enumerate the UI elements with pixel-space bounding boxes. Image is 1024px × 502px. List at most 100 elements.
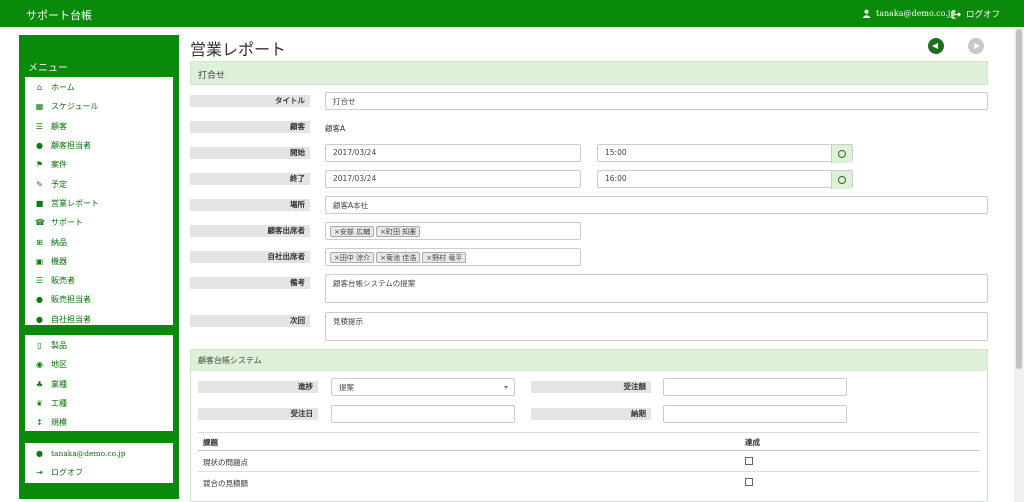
order-date-input[interactable] bbox=[331, 405, 515, 423]
order-amount-input[interactable] bbox=[663, 378, 847, 396]
order-amount-label: 受注額 bbox=[531, 381, 651, 393]
customer-attendees-input[interactable]: ×安部 広輔 ×町田 知憲 bbox=[325, 222, 581, 240]
user-icon: ● bbox=[36, 295, 43, 305]
customer-label: 顧客 bbox=[190, 121, 310, 133]
top-logout-label: ログオフ bbox=[966, 10, 1001, 20]
issue-column-header: 課題 bbox=[203, 438, 218, 447]
back-arrow-icon[interactable] bbox=[928, 38, 944, 54]
scrollbar-thumb[interactable] bbox=[1016, 29, 1022, 369]
sidebar-item-project[interactable]: ⚑ 案件 bbox=[25, 155, 173, 174]
brand-title[interactable]: サポート台帳 bbox=[26, 7, 92, 23]
top-user-email: tanaka@demo.co.jp bbox=[876, 9, 956, 18]
progress-selected-value: 提案 bbox=[339, 383, 354, 392]
sidebar-item-scale[interactable]: ↕ 規模 bbox=[25, 413, 173, 432]
end-time-input[interactable]: 16:00 bbox=[597, 170, 853, 189]
remarks-label: 備考 bbox=[190, 277, 310, 289]
own-attendees-input[interactable]: ×田中 涼介 ×菊池 佳浩 ×野村 竜平 bbox=[325, 248, 581, 266]
mobile-icon: ▯ bbox=[37, 341, 42, 351]
sidebar-item-label: 営業レポート bbox=[51, 198, 99, 208]
section-header: 打合せ bbox=[190, 61, 988, 85]
grid-icon: ⊞ bbox=[36, 237, 43, 247]
tag-label: 野村 竜平 bbox=[432, 253, 463, 262]
list-icon: ☰ bbox=[35, 276, 44, 286]
place-input[interactable]: 顧客A本社 bbox=[325, 196, 988, 214]
sidebar-item-label: 案件 bbox=[51, 160, 67, 170]
end-label: 終了 bbox=[190, 173, 310, 185]
sidebar-item-product[interactable]: ▯ 製品 bbox=[25, 336, 173, 355]
top-user-link[interactable]: tanaka@demo.co.jp bbox=[862, 9, 955, 18]
project-panel: 顧客台帳システム bbox=[190, 349, 988, 502]
progress-select[interactable]: 提案 bbox=[331, 378, 515, 396]
leaf-icon: ❦ bbox=[36, 399, 43, 409]
end-time-value: 16:00 bbox=[605, 174, 627, 183]
sidebar-item-label: スケジュール bbox=[51, 102, 99, 112]
end-date-input[interactable]: 2017/03/24 bbox=[325, 170, 581, 188]
sidebar-item-own-staff[interactable]: ● 自社担当者 bbox=[25, 310, 173, 329]
next-textarea[interactable]: 見積提示 bbox=[325, 312, 988, 341]
attendee-tag[interactable]: ×田中 涼介 bbox=[330, 251, 375, 263]
sidebar-item-label: 予定 bbox=[51, 179, 67, 189]
own-attendees-label: 自社出席者 bbox=[190, 251, 310, 263]
attendee-tag[interactable]: ×野村 竜平 bbox=[422, 251, 467, 263]
top-logout-link[interactable]: ログオフ bbox=[952, 8, 1000, 20]
menu-group-main: ⌂ ホーム ▦ スケジュール ☰ 顧客 ● 顧客担当者 ⚑ 案件 ✎ 予定 ■ 営業レポート … bbox=[25, 77, 173, 325]
sidebar-item-customer[interactable]: ☰ 顧客 bbox=[25, 117, 173, 136]
sidebar-item-label: 販売担当者 bbox=[51, 295, 91, 305]
start-time-value: 15:00 bbox=[605, 148, 627, 157]
attendee-tag[interactable]: ×安部 広輔 bbox=[330, 225, 375, 237]
start-label: 開始 bbox=[190, 147, 310, 159]
done-column-header: 達成 bbox=[745, 438, 760, 447]
sidebar-item-seller[interactable]: ☰ 販売者 bbox=[25, 271, 173, 290]
table-row-issue: 競合の見積額 bbox=[203, 479, 248, 488]
attendee-tag[interactable]: ×菊池 佳浩 bbox=[376, 251, 421, 263]
title-label: タイトル bbox=[190, 95, 310, 107]
place-label: 場所 bbox=[190, 199, 310, 211]
printer-icon: ▣ bbox=[35, 256, 44, 266]
sidebar-item-area[interactable]: ◉ 地区 bbox=[25, 355, 173, 374]
user-icon: ● bbox=[36, 141, 43, 151]
customer-attendees-label: 顧客出席者 bbox=[190, 225, 310, 237]
start-date-input[interactable]: 2017/03/24 bbox=[325, 144, 581, 162]
page-scrollbar[interactable] bbox=[1014, 27, 1024, 502]
clock-icon[interactable] bbox=[831, 145, 852, 163]
sidebar-item-plan[interactable]: ✎ 予定 bbox=[25, 174, 173, 193]
menu-group-master: ▯ 製品 ◉ 地区 ♣ 業種 ❦ 工種 ↕ 規模 bbox=[25, 335, 173, 431]
delivery-input[interactable] bbox=[663, 405, 847, 423]
attendee-tag[interactable]: ×町田 知憲 bbox=[376, 225, 421, 237]
sidebar-item-schedule[interactable]: ▦ スケジュール bbox=[25, 97, 173, 116]
done-checkbox[interactable] bbox=[745, 478, 753, 486]
progress-label: 進捗 bbox=[198, 381, 318, 393]
list-icon: ☰ bbox=[35, 121, 44, 131]
tag-label: 田中 涼介 bbox=[339, 253, 371, 262]
home-icon: ⌂ bbox=[36, 83, 43, 93]
sidebar-item-delivery[interactable]: ⊞ 納品 bbox=[25, 232, 173, 251]
sidebar-item-customer-contact[interactable]: ● 顧客担当者 bbox=[25, 136, 173, 155]
sidebar-item-sales-report[interactable]: ■ 営業レポート bbox=[25, 194, 173, 213]
clock-icon[interactable] bbox=[831, 171, 852, 189]
sidebar-item-equipment[interactable]: ▣ 機器 bbox=[25, 252, 173, 271]
sidebar-item-industry[interactable]: ♣ 業種 bbox=[25, 375, 173, 394]
logout-icon: ⇥ bbox=[36, 468, 43, 478]
customer-value: 顧客A bbox=[325, 124, 346, 133]
sidebar-item-home[interactable]: ⌂ ホーム bbox=[25, 78, 173, 97]
sidebar-item-logout[interactable]: ⇥ ログオフ bbox=[25, 463, 173, 482]
sidebar-item-seller-contact[interactable]: ● 販売担当者 bbox=[25, 290, 173, 309]
sidebar-item-support[interactable]: ☎ サポート bbox=[25, 213, 173, 232]
sidebar-item-account[interactable]: ● tanaka@demo.co.jp bbox=[25, 444, 173, 463]
done-checkbox[interactable] bbox=[745, 457, 753, 465]
sidebar-item-label: 顧客担当者 bbox=[51, 141, 91, 151]
tree-icon: ♣ bbox=[35, 379, 44, 389]
project-panel-title: 顧客台帳システム bbox=[191, 350, 987, 371]
sidebar-item-work-type[interactable]: ❦ 工種 bbox=[25, 394, 173, 413]
user-icon: ● bbox=[36, 449, 43, 459]
delivery-label: 納期 bbox=[531, 408, 651, 420]
forward-arrow-icon[interactable] bbox=[968, 38, 984, 54]
title-input[interactable]: 打合せ bbox=[325, 92, 988, 110]
sidebar-item-label: 製品 bbox=[51, 341, 67, 351]
sidebar-item-label: 納品 bbox=[51, 237, 67, 247]
flag-icon: ⚑ bbox=[35, 160, 44, 170]
remarks-textarea[interactable]: 顧客台帳システムの提案 bbox=[325, 274, 988, 303]
start-time-input[interactable]: 15:00 bbox=[597, 144, 853, 163]
phone-icon: ☎ bbox=[35, 218, 45, 228]
menu-group-account: ● tanaka@demo.co.jp ⇥ ログオフ bbox=[25, 443, 173, 483]
